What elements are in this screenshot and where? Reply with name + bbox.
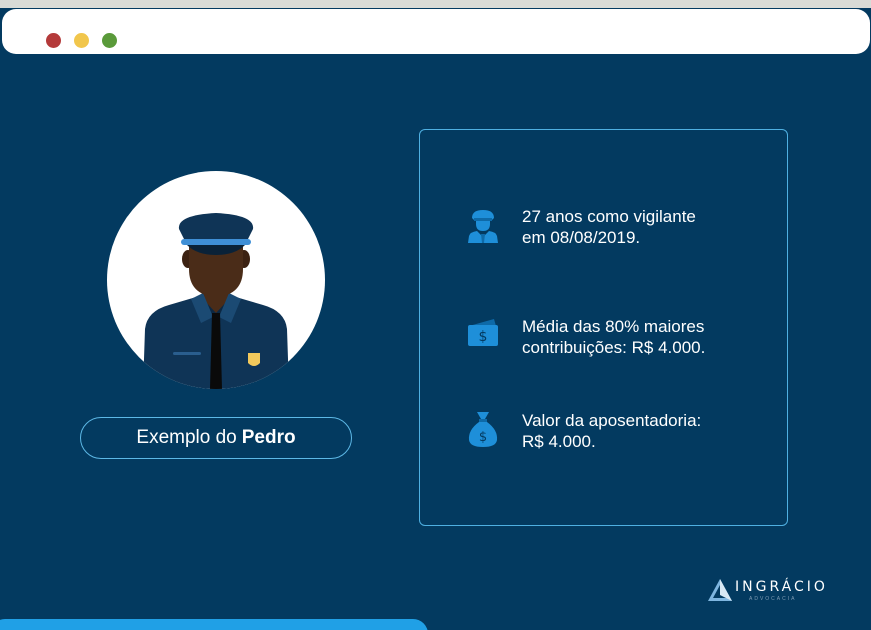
maximize-dot[interactable] — [102, 33, 117, 48]
money-bill-icon: $ — [468, 319, 498, 346]
close-dot[interactable] — [46, 33, 61, 48]
caption-prefix: Exemplo do — [136, 427, 237, 448]
avatar — [107, 171, 325, 389]
svg-text:$: $ — [479, 329, 488, 345]
info-card: 27 anos como vigilante em 08/08/2019. $ … — [419, 129, 788, 526]
page-canvas: Exemplo do Pedro 27 anos como vigilante … — [0, 0, 871, 630]
top-strip — [0, 0, 871, 8]
info-item-average: $ Média das 80% maiores contribuições: R… — [466, 316, 772, 358]
info-item-experience: 27 anos como vigilante em 08/08/2019. — [466, 206, 772, 248]
security-guard-illustration — [143, 213, 289, 389]
brand-tagline: ADVOCACIA — [749, 596, 797, 602]
info-text-experience: 27 anos como vigilante em 08/08/2019. — [522, 207, 696, 247]
browser-bar — [2, 9, 870, 54]
info-item-pension: $ Valor da aposentadoria: R$ 4.000. — [466, 410, 772, 452]
svg-text:$: $ — [479, 430, 487, 445]
brand-logo: INGRÁCIO ADVOCACIA — [707, 577, 827, 607]
info-text-average: Média das 80% maiores contribuições: R$ … — [522, 317, 706, 357]
info-text-pension: Valor da aposentadoria: R$ 4.000. — [522, 411, 702, 451]
guard-icon — [468, 210, 498, 243]
bottom-accent-bar — [0, 619, 428, 630]
brand-name: INGRÁCIO — [735, 579, 828, 595]
caption-name: Pedro — [241, 427, 296, 448]
name-caption: Exemplo do Pedro — [80, 417, 352, 459]
money-bag-icon: $ — [468, 412, 498, 447]
minimize-dot[interactable] — [74, 33, 89, 48]
triangle-logo-icon — [708, 579, 732, 601]
